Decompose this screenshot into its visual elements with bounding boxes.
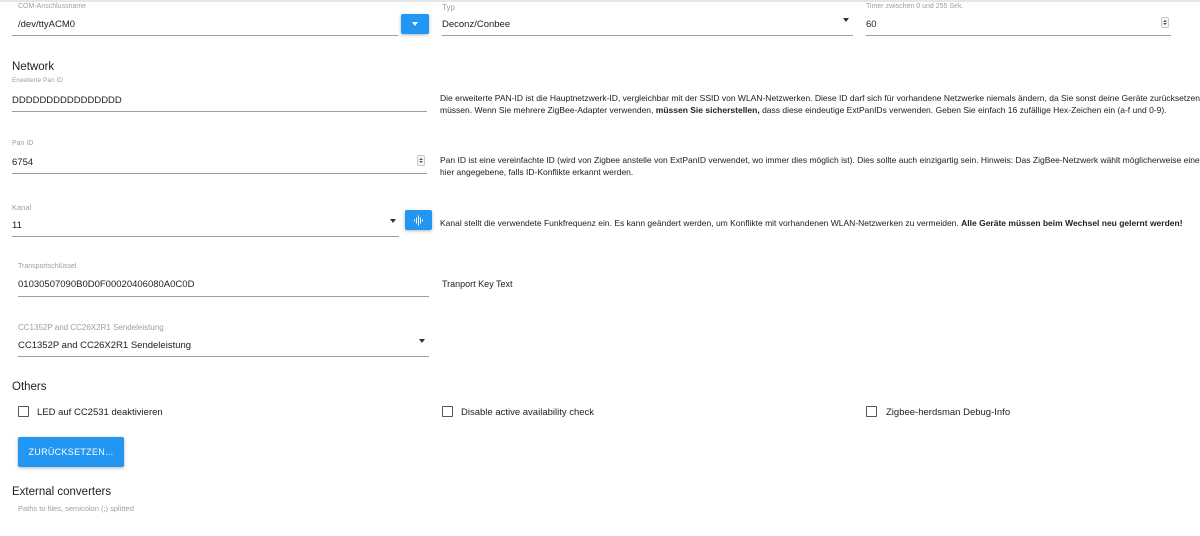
type-select[interactable]: Deconz/Conbee	[442, 19, 510, 30]
tx-power-underline	[18, 356, 429, 357]
com-port-select-button[interactable]	[401, 14, 429, 34]
transport-key-label: Transportschlüssel	[18, 263, 77, 270]
tx-power-select[interactable]: CC1352P and CC26X2R1 Sendeleistung	[18, 340, 191, 351]
ext-pan-id-underline	[12, 111, 427, 112]
type-dropdown-arrow-icon[interactable]	[843, 18, 849, 40]
type-underline	[442, 35, 853, 36]
pan-id-description-line1: Pan ID ist eine vereinfachte ID (wird vo…	[440, 155, 1200, 165]
ext-pan-id-description-line1: Die erweiterte PAN-ID ist die Hauptnetzw…	[440, 93, 1200, 103]
tx-power-label: CC1352P and CC26X2R1 Sendeleistung	[18, 323, 164, 332]
pan-id-description-line2: hier angegebene, falls ID-Konflikte erka…	[440, 167, 634, 177]
channel-description: Kanal stellt die verwendete Funkfrequenz…	[440, 218, 1183, 228]
channel-dropdown-arrow-icon[interactable]	[390, 219, 396, 241]
ext-pan-id-label: Erweiterte Pan ID	[12, 77, 63, 84]
com-port-underline	[12, 35, 398, 36]
timer-label: Timer zwischen 0 und 255 Sek.	[866, 3, 964, 10]
reset-button-label: ZURÜCKSETZEN...	[28, 447, 114, 457]
ext-pan-id-description-line2: müssen. Wenn Sie mehrere ZigBee-Adapter …	[440, 105, 1167, 115]
transport-key-input[interactable]: 01030507090B0D0F00020406080A0C0D	[18, 279, 194, 290]
external-converters-hint: Paths to files, semicolon (;) splitted	[18, 504, 134, 513]
transport-key-underline	[18, 296, 429, 297]
pan-id-stepper[interactable]	[417, 155, 425, 166]
com-port-input[interactable]: /dev/ttyACM0	[18, 19, 75, 30]
availability-check-label[interactable]: Disable active availability check	[461, 407, 594, 418]
debug-info-label[interactable]: Zigbee-herdsman Debug-Info	[886, 407, 1010, 418]
led-disable-label[interactable]: LED auf CC2531 deaktivieren	[37, 407, 163, 418]
ext-pan-id-input[interactable]: DDDDDDDDDDDDDDDD	[12, 95, 122, 106]
chevron-down-icon	[412, 22, 418, 26]
scan-icon	[414, 215, 423, 225]
debug-info-checkbox[interactable]	[866, 406, 877, 417]
type-label: Typ	[442, 3, 455, 12]
network-section-title: Network	[12, 61, 55, 73]
channel-underline	[12, 236, 399, 237]
timer-input[interactable]: 60	[866, 19, 877, 30]
transport-key-description: Tranport Key Text	[442, 279, 513, 289]
channel-scan-button[interactable]	[405, 210, 432, 230]
pan-id-label: Pan ID	[12, 140, 34, 147]
reset-button[interactable]: ZURÜCKSETZEN...	[18, 437, 124, 467]
com-port-label: COM-Anschlussname	[18, 3, 87, 10]
timer-stepper[interactable]	[1161, 17, 1169, 28]
pan-id-input[interactable]: 6754	[12, 157, 33, 168]
top-shadow	[0, 0, 1200, 2]
led-disable-checkbox[interactable]	[18, 406, 29, 417]
tx-power-dropdown-arrow-icon[interactable]	[419, 339, 425, 361]
channel-select[interactable]: 11	[12, 220, 22, 231]
availability-check-checkbox[interactable]	[442, 406, 453, 417]
others-section-title: Others	[12, 381, 47, 393]
timer-underline	[866, 35, 1171, 36]
external-converters-title: External converters	[12, 486, 112, 498]
channel-label: Kanal	[12, 203, 32, 212]
pan-id-underline	[12, 173, 427, 174]
